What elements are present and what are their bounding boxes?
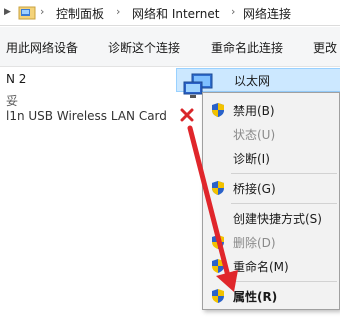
rename-connection-button[interactable]: 重命名此连接: [211, 39, 283, 56]
disable-device-button[interactable]: 用此网络设备: [6, 39, 78, 56]
change-settings-button[interactable]: 更改: [313, 39, 337, 56]
menu-item-bridge[interactable]: 桥接(G): [203, 177, 340, 199]
command-toolbar: 用此网络设备 诊断这个连接 重命名此连接 更改: [0, 27, 340, 67]
address-bar[interactable]: ▶ › 控制面板 › 网络和 Internet › 网络连接: [0, 0, 340, 26]
menu-item-label: 诊断(I): [233, 152, 270, 166]
breadcrumb-network-internet[interactable]: 网络和 Internet: [132, 5, 219, 22]
menu-item-properties[interactable]: 属性(R): [203, 285, 340, 307]
menu-item-label: 重命名(M): [233, 260, 289, 274]
uac-shield-icon: [212, 181, 224, 195]
menu-separator: [231, 173, 337, 174]
breadcrumb-network-connections[interactable]: 网络连接: [243, 5, 291, 22]
menu-item-label: 删除(D): [233, 236, 276, 250]
nav-arrow-icon[interactable]: ▶: [4, 7, 11, 17]
menu-separator: [231, 281, 337, 282]
uac-shield-icon: [212, 235, 224, 249]
menu-item-label: 禁用(B): [233, 104, 275, 118]
breadcrumb-separator: ›: [116, 5, 121, 18]
ethernet-connection-name[interactable]: 以太网: [234, 72, 270, 89]
breadcrumb-separator: ›: [231, 5, 236, 18]
menu-item-status: 状态(U): [203, 123, 340, 145]
menu-item-delete: 删除(D): [203, 231, 340, 253]
wireless-connection-name[interactable]: N 2: [6, 72, 26, 86]
menu-item-disable[interactable]: 禁用(B): [203, 99, 340, 121]
menu-separator: [231, 203, 337, 204]
menu-item-label: 桥接(G): [233, 182, 276, 196]
disconnected-x-icon: [180, 108, 194, 122]
breadcrumb-separator: ›: [40, 5, 45, 18]
context-menu: 禁用(B) 状态(U) 诊断(I) 桥接(G) 创建快捷方式(S) 删除(D): [202, 92, 340, 310]
menu-item-label: 创建快捷方式(S): [233, 212, 322, 226]
breadcrumb-control-panel[interactable]: 控制面板: [56, 5, 104, 22]
wireless-connection-status: 妥: [6, 94, 19, 108]
uac-shield-icon: [212, 259, 224, 273]
menu-item-label: 状态(U): [233, 128, 276, 142]
wireless-device-name: l1n USB Wireless LAN Card: [6, 109, 167, 123]
menu-item-create-shortcut[interactable]: 创建快捷方式(S): [203, 207, 340, 229]
uac-shield-icon: [212, 103, 224, 117]
diagnose-connection-button[interactable]: 诊断这个连接: [108, 39, 180, 56]
control-panel-icon: [18, 6, 36, 20]
menu-item-rename[interactable]: 重命名(M): [203, 255, 340, 277]
menu-item-diagnose[interactable]: 诊断(I): [203, 147, 340, 169]
menu-item-label: 属性(R): [233, 290, 278, 304]
uac-shield-icon: [212, 289, 224, 303]
